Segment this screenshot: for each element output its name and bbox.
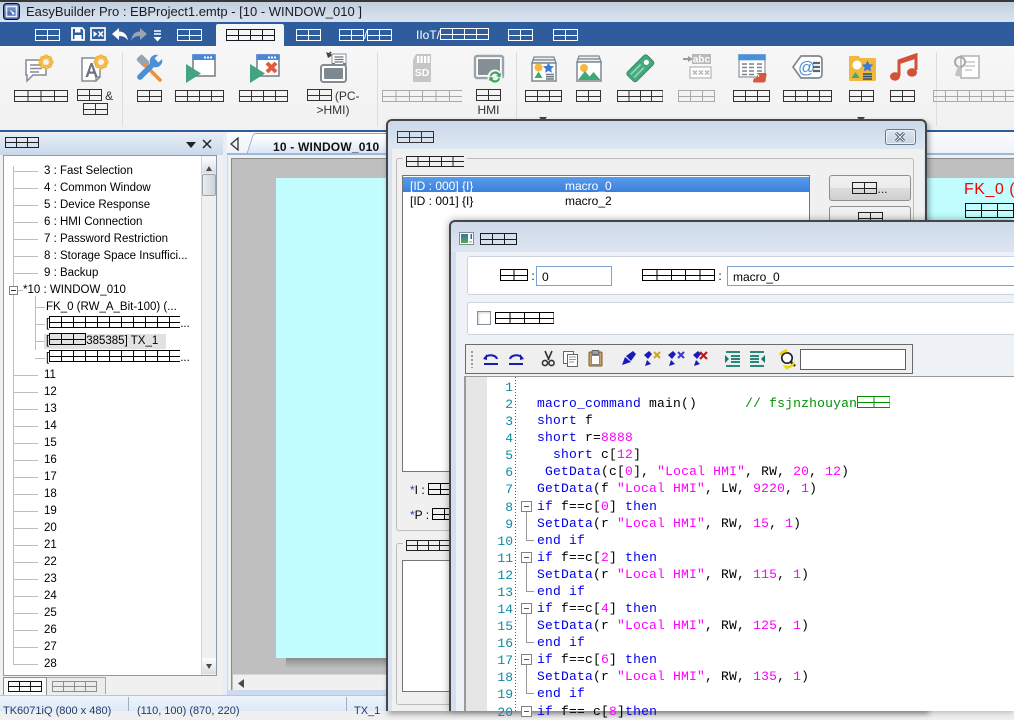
svg-text:abc: abc — [693, 55, 711, 66]
svg-text:SD: SD — [415, 67, 430, 79]
svg-text:@: @ — [798, 58, 815, 77]
